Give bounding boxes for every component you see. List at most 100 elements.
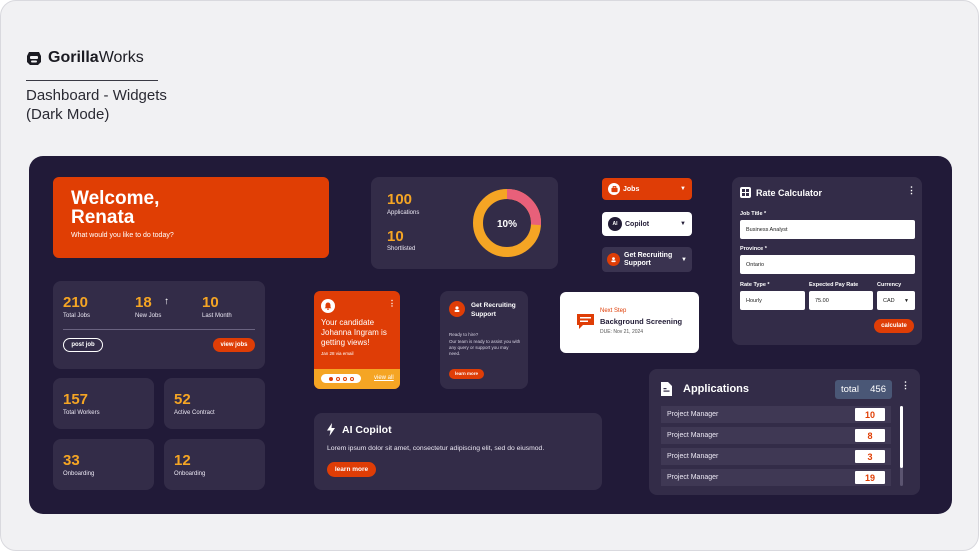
applications-summary-card: 100 Applications 10 Shortlisted 10% [371, 177, 558, 269]
dashboard-panel: Welcome, Renata What would you like to d… [29, 156, 952, 514]
new-jobs-count: 18 [135, 294, 152, 311]
application-row[interactable]: Project Manager 19 [661, 469, 891, 486]
recruiting-learn-more-button[interactable]: learn more [449, 369, 484, 379]
rate-type-field[interactable]: Hourly [740, 291, 805, 310]
onboarding-card: 33 Onboarding [53, 439, 154, 490]
ai-copilot-body: Lorem ipsum dolor sit amet, consectetur … [327, 445, 545, 452]
more-options-icon[interactable]: ⋮ [388, 299, 396, 308]
onboarding-label-2: Onboarding [174, 471, 206, 477]
caret-down-icon: ▼ [904, 297, 909, 304]
ai-copilot-learn-more-button[interactable]: learn more [327, 462, 376, 477]
application-row-count: 19 [855, 471, 885, 484]
notification-card: ⋮ Your candidate Johanna Ingram is getti… [314, 291, 400, 389]
list-scrollbar-thumb[interactable] [900, 406, 903, 468]
list-scrollbar-track[interactable] [900, 406, 903, 486]
chevron-down-icon: ▼ [680, 221, 686, 227]
application-row[interactable]: Project Manager 3 [661, 448, 891, 465]
application-row-name: Project Manager [667, 474, 719, 481]
application-row-name: Project Manager [667, 411, 719, 418]
shortlisted-count: 10 [387, 228, 404, 245]
application-row-name: Project Manager [667, 453, 719, 460]
rate-calculator-title: Rate Calculator [756, 188, 823, 198]
province-label: Province * [740, 246, 767, 252]
welcome-title-line2: Renata [71, 207, 135, 228]
document-icon [661, 382, 672, 396]
next-step-label: Next Step [600, 308, 627, 314]
brand-name-light: Works [98, 49, 144, 66]
welcome-banner: Welcome, Renata What would you like to d… [53, 177, 329, 258]
applications-donut-chart: 10% [473, 189, 541, 257]
brand-logo: GorillaWorks [26, 49, 144, 67]
total-jobs-count: 210 [63, 294, 89, 311]
expected-pay-label: Expected Pay Rate [809, 282, 859, 288]
currency-select[interactable]: CAD ▼ [877, 291, 915, 310]
applications-list-title: Applications [683, 383, 750, 395]
notification-date: Jan 28 via email [321, 351, 354, 356]
jobs-button[interactable]: Jobs ▼ [602, 178, 692, 200]
ai-copilot-card: AI Copilot Lorem ipsum dolor sit amet, c… [314, 413, 602, 490]
jobs-button-label: Jobs [623, 185, 640, 193]
chevron-down-icon: ▼ [680, 186, 686, 192]
total-value: 456 [870, 384, 886, 395]
jobs-divider [63, 329, 255, 330]
application-row[interactable]: Project Manager 10 [661, 406, 891, 423]
lightning-icon [327, 423, 335, 436]
last-month-count: 10 [202, 294, 219, 311]
calculate-button[interactable]: calculate [874, 319, 914, 333]
recruiting-support-label: Get Recruiting Support [624, 251, 673, 267]
brand-divider [26, 80, 158, 81]
application-row[interactable]: Project Manager 8 [661, 427, 891, 444]
recruiting-support-card: Get Recruiting Support Ready to hire? Ou… [440, 291, 528, 389]
applications-label: Applications [387, 210, 420, 216]
application-row-count: 10 [855, 408, 885, 421]
recruiting-support-body-line1: Ready to hire? [449, 332, 479, 337]
province-field[interactable]: Ontario [740, 255, 915, 274]
new-jobs-label: New Jobs [135, 313, 162, 319]
shortlisted-label: Shortlisted [387, 246, 416, 252]
arrow-up-icon: ↑ [164, 296, 169, 307]
page-subtitle: Dashboard - Widgets (Dark Mode) [26, 86, 167, 124]
active-contract-count: 52 [174, 391, 191, 408]
chat-icon [577, 314, 594, 329]
post-job-button[interactable]: post job [63, 338, 103, 352]
briefcase-icon [608, 183, 620, 195]
onboarding-count: 33 [63, 452, 80, 469]
total-jobs-label: Total Jobs [63, 313, 91, 319]
onboarding-label: Onboarding [63, 471, 95, 477]
welcome-title-line1: Welcome, [71, 188, 160, 209]
expected-pay-field[interactable]: 75.00 [809, 291, 873, 310]
last-month-label: Last Month [202, 313, 232, 319]
applications-total-badge: total 456 [835, 380, 892, 399]
recruiting-support-button[interactable]: Get Recruiting Support ▼ [602, 247, 692, 272]
total-workers-count: 157 [63, 391, 89, 408]
active-contract-card: 52 Active Contract [164, 378, 265, 429]
ai-copilot-button[interactable]: AI Copilot ▼ [602, 212, 692, 236]
carousel-dot [342, 376, 347, 381]
carousel-dots[interactable] [321, 374, 361, 383]
job-title-label: Job Title * [740, 211, 767, 217]
job-title-field[interactable]: Business Analyst [740, 220, 915, 239]
carousel-dot [349, 376, 354, 381]
carousel-dot [335, 376, 340, 381]
ai-copilot-button-label: Copilot [625, 220, 650, 228]
view-jobs-button[interactable]: view jobs [213, 338, 255, 352]
view-all-link[interactable]: view all [374, 375, 394, 381]
application-row-name: Project Manager [667, 432, 719, 439]
more-options-icon[interactable]: ⋮ [901, 380, 910, 391]
onboarding-card-2: 12 Onboarding [164, 439, 265, 490]
applications-count: 100 [387, 191, 413, 208]
active-contract-label: Active Contract [174, 410, 215, 416]
ai-copilot-title: AI Copilot [342, 424, 392, 436]
donut-center-label: 10% [497, 219, 517, 230]
more-options-icon[interactable]: ⋮ [907, 185, 916, 196]
total-label: total [841, 384, 859, 395]
support-agent-icon [607, 253, 620, 266]
page-subtitle-line2: (Dark Mode) [26, 106, 110, 123]
next-step-card[interactable]: Next Step Background Screening DUE: Nov … [560, 292, 699, 353]
recruiting-support-body-line2: Our team is ready to assist you with any… [449, 339, 521, 356]
page-subtitle-line1: Dashboard - Widgets [26, 87, 167, 104]
notification-message: Your candidate Johanna Ingram is getting… [321, 318, 387, 347]
jobs-stats-card: 210 Total Jobs 18 ↑ New Jobs 10 Last Mon… [53, 281, 265, 369]
bell-icon [321, 299, 335, 313]
application-row-count: 8 [855, 429, 885, 442]
